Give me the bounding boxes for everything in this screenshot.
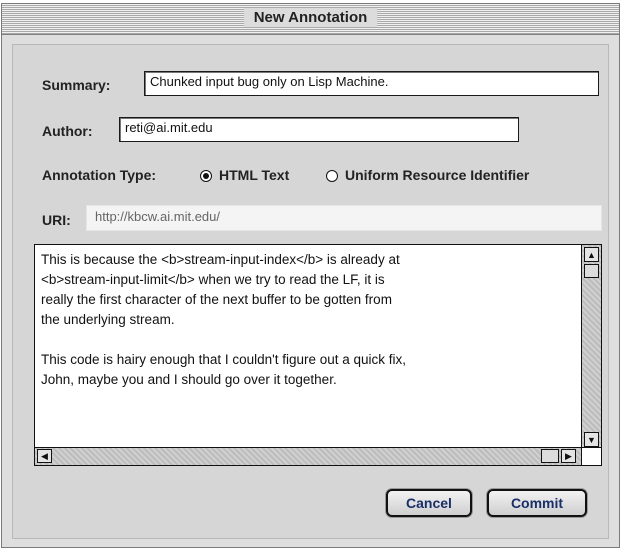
title-bar[interactable]: New Annotation [2,4,619,35]
uri-input[interactable]: http://kbcw.ai.mit.edu/ [86,205,602,231]
annotation-type-label: Annotation Type: [42,167,157,183]
horizontal-scroll-thumb[interactable] [541,449,559,463]
window-title: New Annotation [243,8,378,27]
html-text-radio-label[interactable]: HTML Text [219,167,289,183]
horizontal-scrollbar[interactable]: ◀ ▶ [35,447,581,465]
scroll-up-arrow-icon[interactable]: ▲ [584,247,599,262]
uniform-resource-identifier-radio[interactable] [326,170,338,182]
vertical-scrollbar[interactable]: ▲ ▼ [581,245,601,449]
commit-button[interactable]: Commit [487,489,587,517]
author-label: Author: [42,123,93,139]
cancel-button[interactable]: Cancel [386,489,472,517]
scroll-right-arrow-icon[interactable]: ▶ [561,449,576,463]
scroll-left-arrow-icon[interactable]: ◀ [37,449,52,463]
html-text-radio[interactable] [200,170,212,182]
uri-label: URI: [42,212,71,228]
summary-input[interactable]: Chunked input bug only on Lisp Machine. [144,71,599,96]
uniform-resource-identifier-radio-label[interactable]: Uniform Resource Identifier [345,167,529,183]
author-input[interactable]: reti@ai.mit.edu [119,117,519,142]
summary-label: Summary: [42,77,111,93]
scroll-down-arrow-icon[interactable]: ▼ [584,432,599,447]
scrollbar-corner [581,447,601,465]
new-annotation-dialog: New Annotation Summary: Chunked input bu… [1,3,620,548]
annotation-body-textarea[interactable]: This is because the <b>stream-input-inde… [34,244,602,466]
annotation-body-text[interactable]: This is because the <b>stream-input-inde… [35,245,581,449]
vertical-scroll-thumb[interactable] [584,264,599,278]
